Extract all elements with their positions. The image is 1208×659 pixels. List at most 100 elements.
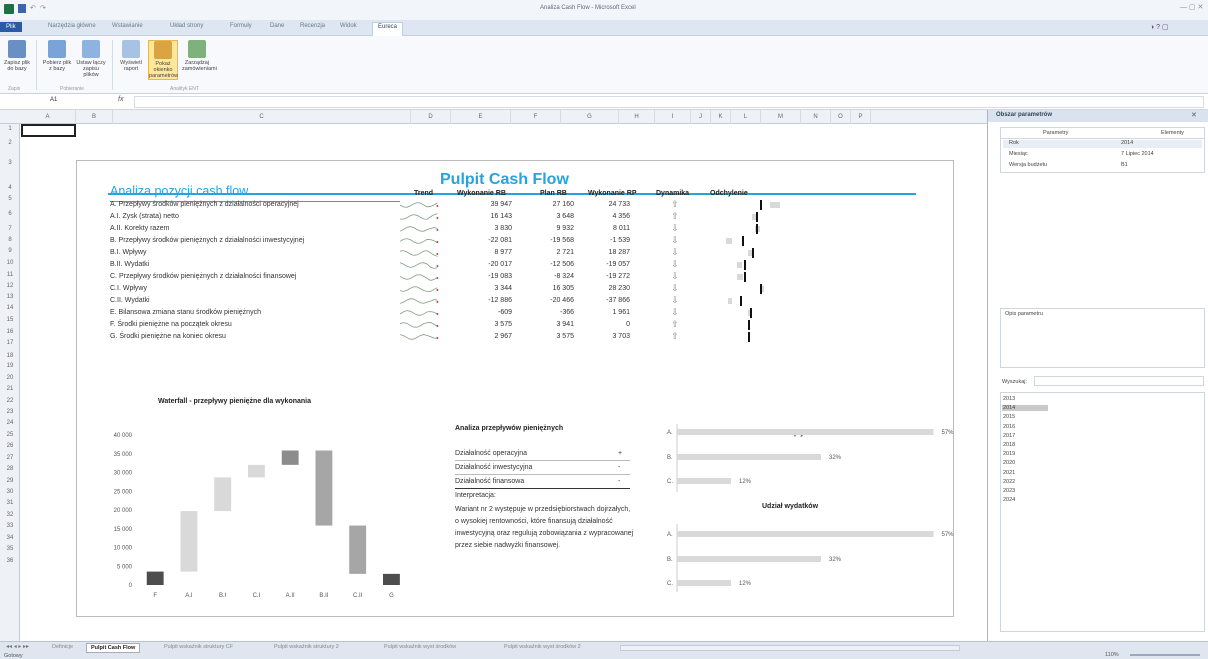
sheet-tab-wyst-srodkow[interactable]: Pulpit wskaźnik wyst środków <box>380 643 460 653</box>
row-header-1[interactable]: 1 <box>0 126 20 132</box>
year-item[interactable]: 2015 <box>1002 414 1048 420</box>
sheet-nav-arrows[interactable]: ◂◂ ◂ ▸ ▸▸ <box>6 643 29 650</box>
tab-home[interactable]: Narzędzia główne <box>48 23 96 29</box>
row-header-27[interactable]: 27 <box>0 455 20 461</box>
row-header-28[interactable]: 28 <box>0 466 20 472</box>
year-item[interactable]: 2019 <box>1002 451 1048 457</box>
row-header-22[interactable]: 22 <box>0 398 20 404</box>
row-header-9[interactable]: 9 <box>0 248 20 254</box>
row-header-31[interactable]: 31 <box>0 500 20 506</box>
row-header-5[interactable]: 5 <box>0 196 20 202</box>
row-header-6[interactable]: 6 <box>0 211 20 217</box>
fx-icon[interactable]: fx <box>118 96 123 103</box>
row-header-13[interactable]: 13 <box>0 294 20 300</box>
column-header-L[interactable]: L <box>731 110 761 124</box>
selected-cell[interactable] <box>21 124 76 137</box>
row-header-32[interactable]: 32 <box>0 512 20 518</box>
show-parameters-button[interactable]: Pokaż okienko parametrów <box>148 40 178 80</box>
row-header-36[interactable]: 36 <box>0 558 20 564</box>
redo-icon[interactable]: ↷ <box>40 4 46 12</box>
save-to-db-button[interactable]: Zapisz plik do bazy <box>2 40 32 80</box>
row-header-2[interactable]: 2 <box>0 140 20 146</box>
column-header-B[interactable]: B <box>76 110 113 124</box>
set-links-button[interactable]: Ustaw łączy zapisu plików <box>76 40 106 80</box>
download-from-db-button[interactable]: Pobierz plik z bazy <box>42 40 72 80</box>
row-header-10[interactable]: 10 <box>0 260 20 266</box>
help-icon[interactable]: ◑ ? ▢ <box>1150 23 1169 31</box>
tab-data[interactable]: Dane <box>270 23 284 29</box>
column-header-G[interactable]: G <box>561 110 619 124</box>
sheet-tab-struktury-cf[interactable]: Pulpit wskaźnik struktury CF <box>160 643 237 653</box>
sheet-tab-wyst-srodkow-2[interactable]: Pulpit wskaźnik wyst środków 2 <box>500 643 585 653</box>
tab-insert[interactable]: Wstawianie <box>112 23 143 29</box>
tab-page-layout[interactable]: Układ strony <box>170 23 203 29</box>
row-header-35[interactable]: 35 <box>0 546 20 552</box>
row-header-25[interactable]: 25 <box>0 432 20 438</box>
formula-input[interactable] <box>134 96 1204 108</box>
column-header-P[interactable]: P <box>851 110 871 124</box>
name-box[interactable]: A1 <box>20 97 80 107</box>
show-report-button[interactable]: Wyświetl raport <box>116 40 146 80</box>
column-header-M[interactable]: M <box>761 110 801 124</box>
row-header-19[interactable]: 19 <box>0 363 20 369</box>
row-header-24[interactable]: 24 <box>0 420 20 426</box>
manage-orders-button[interactable]: Zarządzaj zamówieniami <box>182 40 217 80</box>
year-item[interactable]: 2014 <box>1002 405 1048 412</box>
row-header-8[interactable]: 8 <box>0 237 20 243</box>
row-header-14[interactable]: 14 <box>0 305 20 311</box>
year-item[interactable]: 2018 <box>1002 442 1048 448</box>
column-header-F[interactable]: F <box>511 110 561 124</box>
year-item[interactable]: 2020 <box>1002 460 1048 466</box>
year-item[interactable]: 2021 <box>1002 470 1048 476</box>
row-header-29[interactable]: 29 <box>0 478 20 484</box>
window-controls[interactable]: — ▢ ✕ <box>1180 3 1203 11</box>
row-header-7[interactable]: 7 <box>0 226 20 232</box>
column-header-E[interactable]: E <box>451 110 511 124</box>
row-header-23[interactable]: 23 <box>0 409 20 415</box>
column-header-J[interactable]: J <box>691 110 711 124</box>
param-value-miesiac[interactable]: 7 Lipiec 2014 <box>1121 151 1154 157</box>
row-header-17[interactable]: 17 <box>0 340 20 346</box>
tab-eureca[interactable]: Eureca <box>372 22 404 36</box>
row-header-20[interactable]: 20 <box>0 375 20 381</box>
row-header-34[interactable]: 34 <box>0 535 20 541</box>
column-header-N[interactable]: N <box>801 110 831 124</box>
row-header-12[interactable]: 12 <box>0 283 20 289</box>
row-header-4[interactable]: 4 <box>0 185 20 191</box>
search-input[interactable] <box>1034 376 1204 386</box>
row-header-26[interactable]: 26 <box>0 443 20 449</box>
close-icon[interactable]: ✕ <box>1191 111 1197 119</box>
zoom-slider[interactable] <box>1130 654 1200 656</box>
year-item[interactable]: 2024 <box>1002 497 1048 503</box>
column-header-A[interactable]: A <box>20 110 76 124</box>
row-header-16[interactable]: 16 <box>0 329 20 335</box>
row-header-33[interactable]: 33 <box>0 523 20 529</box>
column-header-H[interactable]: H <box>619 110 655 124</box>
year-item[interactable]: 2013 <box>1002 396 1048 402</box>
column-header-K[interactable]: K <box>711 110 731 124</box>
param-row-selected[interactable] <box>1003 140 1202 148</box>
sheet-tab-definicje[interactable]: Definicje <box>48 643 77 653</box>
zoom-level[interactable]: 110% <box>1105 652 1119 658</box>
tab-formulas[interactable]: Formuły <box>230 23 252 29</box>
tab-file[interactable]: Plik <box>0 22 22 32</box>
save-icon[interactable] <box>18 4 26 13</box>
sheet-tab-pulpit-cash-flow[interactable]: Pulpit Cash Flow <box>86 643 141 653</box>
tab-view[interactable]: Widok <box>340 23 357 29</box>
param-value-rok[interactable]: 2014 <box>1121 140 1133 146</box>
column-header-C[interactable]: C <box>113 110 411 124</box>
column-header-O[interactable]: O <box>831 110 851 124</box>
year-item[interactable]: 2017 <box>1002 433 1048 439</box>
sheet-tab-struktury-2[interactable]: Pulpit wskaźnik struktury 2 <box>270 643 343 653</box>
param-value-wersja[interactable]: B1 <box>1121 162 1128 168</box>
year-item[interactable]: 2022 <box>1002 479 1048 485</box>
row-header-15[interactable]: 15 <box>0 317 20 323</box>
row-header-11[interactable]: 11 <box>0 272 20 278</box>
row-header-18[interactable]: 18 <box>0 353 20 359</box>
horizontal-scrollbar[interactable] <box>620 645 960 651</box>
row-header-30[interactable]: 30 <box>0 489 20 495</box>
column-header-D[interactable]: D <box>411 110 451 124</box>
column-header-I[interactable]: I <box>655 110 691 124</box>
row-header-21[interactable]: 21 <box>0 386 20 392</box>
undo-icon[interactable]: ↶ <box>30 4 36 12</box>
